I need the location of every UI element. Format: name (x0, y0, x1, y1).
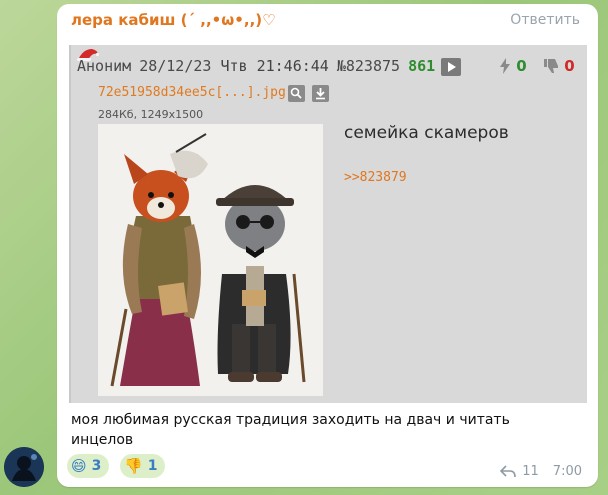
message-time: 7:00 (552, 464, 582, 479)
lightning-icon (500, 58, 510, 74)
post-header: Аноним 28/12/23 Чтв 21:46:44 №823875 861 (77, 57, 462, 76)
post-counter: 861 (408, 57, 436, 75)
post-reply-link[interactable]: >>823879 (344, 170, 407, 185)
post-date: 28/12/23 (139, 57, 212, 75)
download-icon[interactable] (312, 85, 329, 102)
file-name-link[interactable]: 72e51958d34ee5c[...].jpg (98, 85, 286, 100)
forwarded-post: Аноним 28/12/23 Чтв 21:46:44 №823875 861 0 … (69, 45, 587, 403)
reaction-count: 1 (147, 458, 158, 474)
thumbs-down-emoji-icon: 👎 (124, 457, 143, 475)
reaction-count: 3 (91, 458, 102, 474)
post-time: 21:46:44 (256, 57, 329, 75)
post-image[interactable] (98, 124, 323, 396)
reaction-laugh[interactable]: 😄 3 (67, 454, 110, 478)
message-meta: 11 7:00 (500, 464, 582, 479)
reply-button[interactable]: Ответить (510, 12, 580, 28)
post-author: Аноним (77, 57, 132, 75)
post-number[interactable]: №823875 (337, 57, 400, 75)
reply-arrow-icon[interactable] (500, 465, 517, 478)
file-meta: 284Кб, 1249x1500 (98, 108, 204, 121)
message-text: моя любимая русская традиция заходить на… (71, 412, 510, 448)
post-border (69, 45, 71, 403)
like-count: 0 (516, 57, 527, 75)
dislike-count: 0 (564, 57, 575, 75)
post-text: семейка скамеров (344, 123, 509, 143)
thumbs-down-icon (544, 59, 558, 73)
like-button[interactable]: 0 (499, 57, 527, 75)
message-bubble: лера кабиш (´ ,,•ω•,,)♡ Ответить Аноним 2… (57, 4, 598, 487)
search-icon[interactable] (288, 85, 305, 102)
dislike-button[interactable]: 0 (543, 57, 575, 75)
sender-avatar[interactable] (4, 447, 44, 487)
post-weekday: Чтв (220, 57, 248, 75)
laugh-emoji-icon: 😄 (71, 457, 87, 475)
sender-name[interactable]: лера кабиш (´ ,,•ω•,,)♡ (71, 11, 276, 29)
reaction-dislike[interactable]: 👎 1 (120, 454, 166, 478)
reply-count[interactable]: 11 (522, 464, 539, 479)
play-icon[interactable] (441, 57, 462, 76)
